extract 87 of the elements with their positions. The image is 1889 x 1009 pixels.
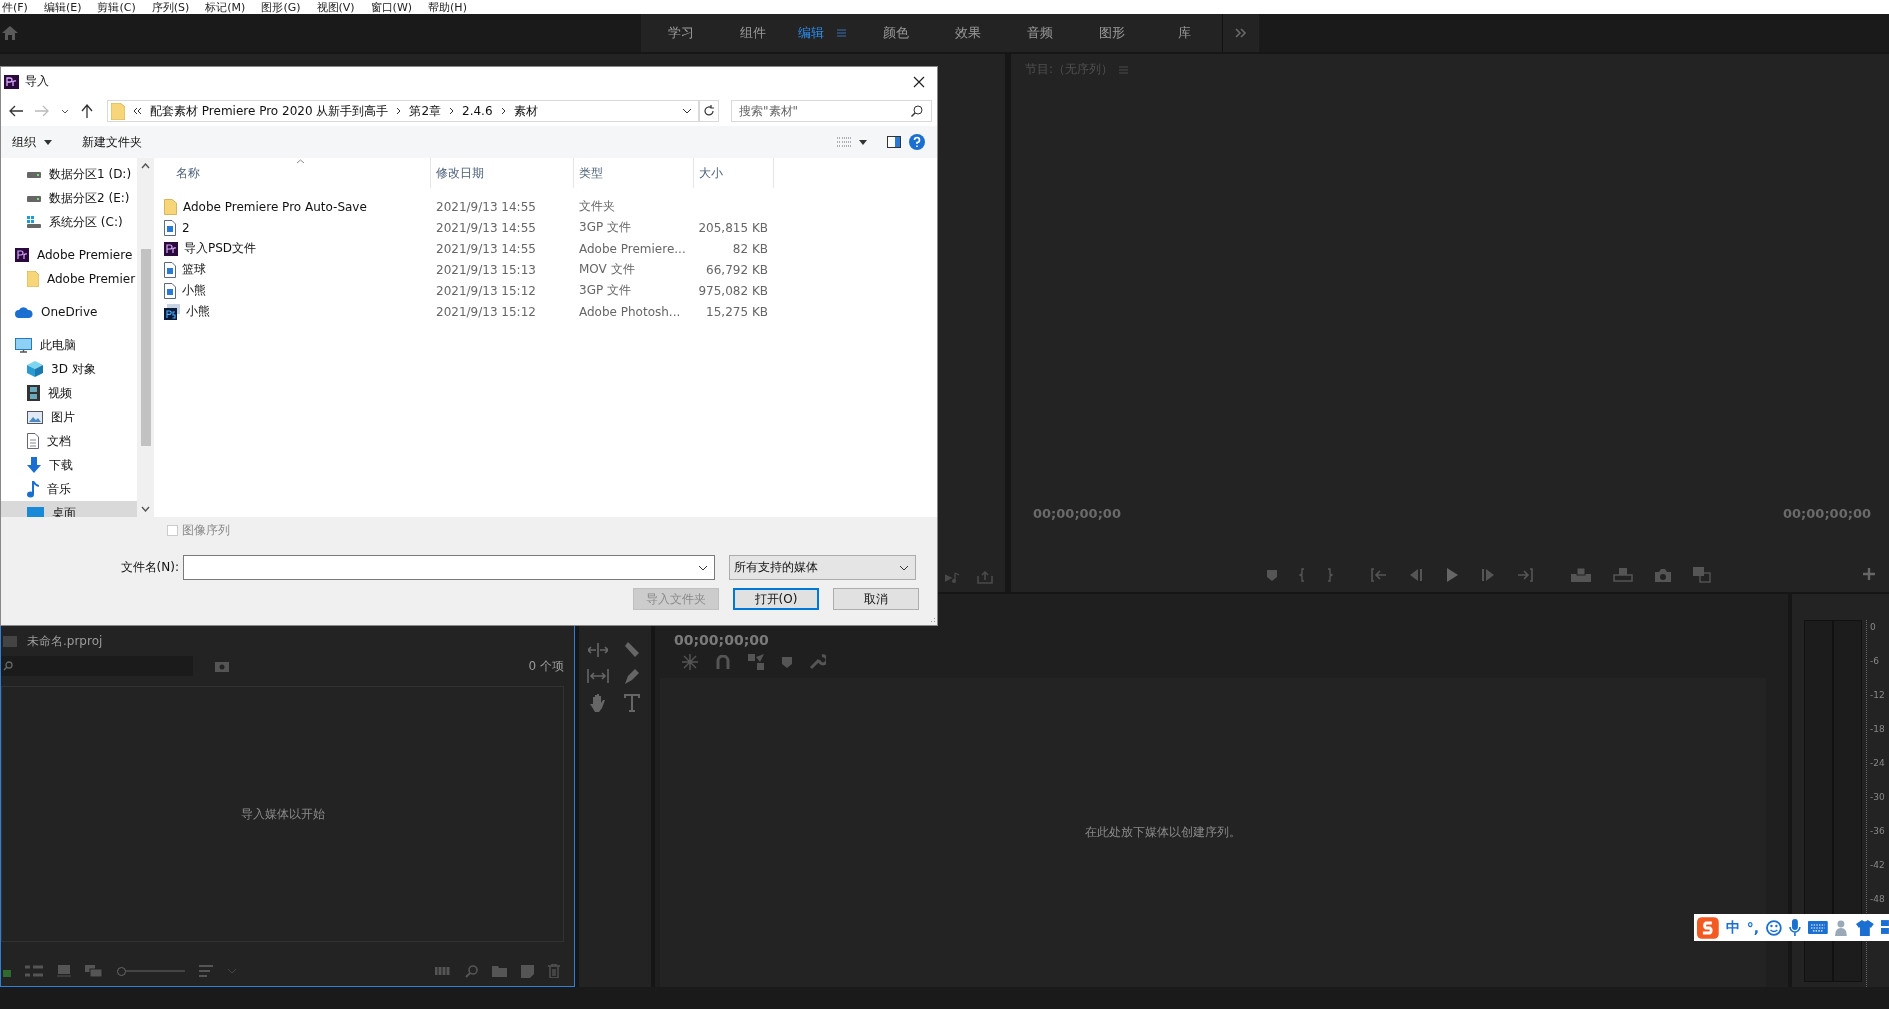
menu-item[interactable]: 视图(V) (316, 0, 355, 14)
breadcrumb-item[interactable]: 配套素材 Premiere Pro 2020 从新手到高手 (150, 102, 389, 120)
menu-item[interactable]: 标记(M) (205, 0, 246, 14)
file-type: 3GP 文件 (578, 219, 632, 236)
workspace-tab[interactable]: 颜色 (860, 24, 932, 42)
file-name[interactable]: 小熊 (182, 282, 206, 299)
search-field[interactable]: 搜索"素材" (739, 104, 889, 118)
breadcrumb-item[interactable]: 第2章 (409, 102, 441, 120)
nav-item[interactable]: 文档 (1, 429, 137, 453)
meter-scale-label: -18 (1870, 723, 1885, 736)
file-type: Adobe Premiere... (578, 241, 687, 256)
file-size: 82 KB (732, 241, 768, 256)
file-name[interactable]: 导入PSD文件 (184, 240, 257, 257)
file-type-dropdown[interactable]: 所有支持的媒体 (729, 555, 916, 580)
file-date: 2021/9/13 14:55 (435, 199, 537, 214)
file-type: Adobe Photosh... (578, 304, 682, 319)
meter-scale-label: 0 (1870, 621, 1877, 634)
meter-scale-label: -48 (1870, 893, 1885, 906)
file-date: 2021/9/13 15:13 (435, 262, 537, 277)
file-size: 975,082 KB (698, 283, 768, 298)
nav-item[interactable]: 此电脑 (1, 333, 137, 357)
meter-scale-label: -12 (1870, 689, 1885, 702)
nav-item[interactable]: OneDrive (1, 300, 137, 324)
file-size: 205,815 KB (698, 220, 768, 235)
dialog-button[interactable]: 取消 (833, 588, 919, 610)
file-name[interactable]: Adobe Premiere Pro Auto-Save (183, 199, 367, 214)
workspace-tab[interactable]: 库 (1148, 24, 1220, 42)
nav-item[interactable]: 图片 (1, 405, 137, 429)
workspace-tab[interactable]: 图形 (1076, 24, 1148, 42)
menu-item[interactable]: 序列(S) (151, 0, 190, 14)
file-date: 2021/9/13 15:12 (435, 304, 537, 319)
new-folder-button[interactable]: 新建文件夹 (82, 133, 142, 151)
meter-scale-label: -36 (1870, 825, 1885, 838)
address-bar[interactable]: 配套素材 Premiere Pro 2020 从新手到高手 第2章 2.4.6 素材 (107, 100, 699, 122)
file-name[interactable]: 小熊 (186, 303, 210, 320)
nav-item[interactable]: 数据分区1 (D:) (1, 162, 137, 186)
empty-message: 在此处放下媒体以创建序列。 (1085, 824, 1241, 841)
nav-item[interactable]: 视频 (1, 381, 137, 405)
breadcrumb-item[interactable]: 素材 (513, 102, 538, 120)
column-header[interactable]: 修改日期 (431, 158, 574, 188)
nav-item[interactable]: 系统分区 (C:) (1, 210, 137, 234)
nav-item[interactable]: 数据分区2 (E:) (1, 186, 137, 210)
nav-item[interactable]: 音乐 (1, 477, 137, 501)
file-date: 2021/9/13 15:12 (435, 283, 537, 298)
meter-scale-label: -6 (1870, 655, 1880, 668)
column-header[interactable]: 大小 (694, 158, 774, 188)
input-mode-toggle[interactable]: 中 (1725, 918, 1740, 937)
file-name[interactable]: 2 (182, 220, 190, 235)
project-title[interactable]: 未命名.prproj (27, 633, 103, 650)
nav-item[interactable]: Adobe Premiere (1, 243, 137, 267)
meter-scale-label: -24 (1870, 757, 1885, 770)
file-date: 2021/9/13 14:55 (435, 241, 537, 256)
item-count: 0 个项 (528, 657, 564, 675)
punctuation-toggle[interactable]: °, (1746, 919, 1760, 936)
nav-item[interactable]: 3D 对象 (1, 357, 137, 381)
workspace-tab[interactable]: 音频 (1004, 24, 1076, 42)
nav-item[interactable]: Adobe Premier (1, 267, 137, 291)
nav-item[interactable]: 下载 (1, 453, 137, 477)
file-name-label: 文件名(N): (119, 559, 180, 576)
timecode[interactable]: 00;00;00;00 (674, 632, 1788, 648)
file-date: 2021/9/13 14:55 (435, 220, 537, 235)
dialog-title: 导入 (25, 73, 49, 90)
menu-item[interactable]: 图形(G) (261, 0, 301, 14)
file-type: 3GP 文件 (578, 282, 632, 299)
breadcrumb-item[interactable]: 2.4.6 (462, 104, 493, 118)
organize-menu[interactable]: 组织 (12, 133, 36, 151)
dialog-button[interactable]: 打开(O) (733, 588, 819, 610)
empty-message: 导入媒体以开始 (240, 805, 325, 823)
menu-item[interactable]: 剪辑(C) (97, 0, 136, 14)
menu-item[interactable]: 件(F) (2, 0, 28, 14)
column-header[interactable]: 名称 (158, 158, 431, 188)
file-type: MOV 文件 (578, 261, 636, 278)
column-header[interactable]: 类型 (574, 158, 694, 188)
file-name[interactable]: 篮球 (182, 261, 206, 278)
menu-item[interactable]: 帮助(H) (428, 0, 467, 14)
workspace-tab[interactable]: 效果 (932, 24, 1004, 42)
workspace-tab[interactable]: 组件 (717, 24, 789, 42)
workspace-tab[interactable]: 学习 (645, 24, 717, 42)
meter-scale-label: -30 (1870, 791, 1885, 804)
file-size: 66,792 KB (706, 262, 768, 277)
menu-item[interactable]: 窗口(W) (370, 0, 413, 14)
search-box[interactable]: 搜索"素材" (731, 100, 932, 122)
file-type: 文件夹 (578, 198, 616, 215)
workspace-tab[interactable]: 编辑 (789, 24, 833, 42)
meter-scale-label: -42 (1870, 859, 1885, 872)
menu-item[interactable]: 编辑(E) (43, 0, 82, 14)
file-size: 15,275 KB (706, 304, 768, 319)
